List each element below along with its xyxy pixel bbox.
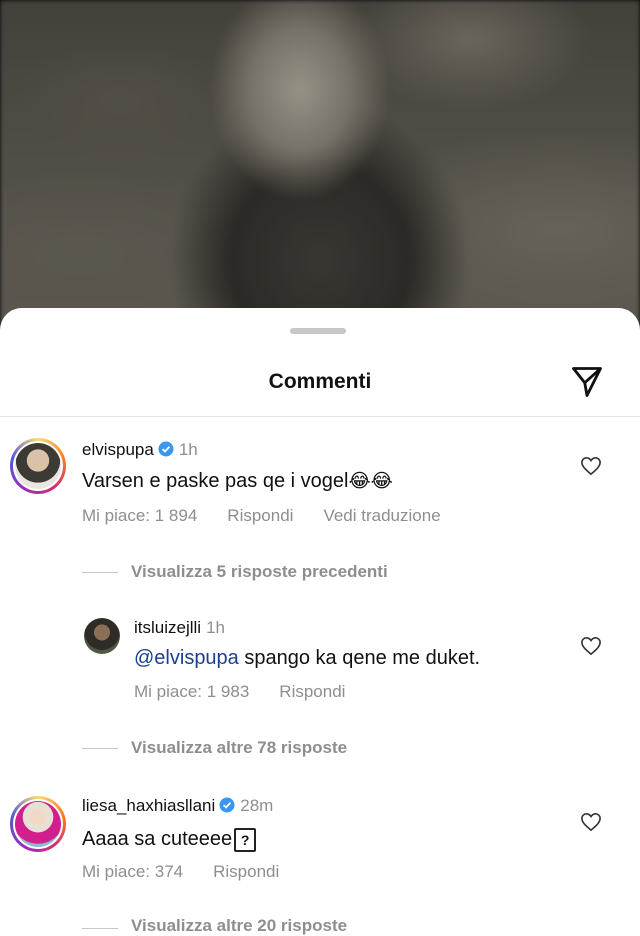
comment-meta: Mi piace: 374 Rispondi xyxy=(82,862,309,882)
mention-link[interactable]: @elvispupa xyxy=(134,647,239,669)
avatar[interactable] xyxy=(10,796,66,852)
reply-button[interactable]: Rispondi xyxy=(213,862,279,881)
sheet-title: Commenti xyxy=(268,370,372,393)
heart-icon[interactable] xyxy=(580,456,602,476)
comments-sheet: Commenti elvispupa 1h Varsen e paske pas … xyxy=(0,308,640,936)
laughing-emoji: 😂😂 xyxy=(348,471,393,492)
comment-text: @elvispupa spango ka qene me duket. xyxy=(134,647,481,669)
username[interactable]: liesa_haxhiasllani xyxy=(82,796,215,815)
likes-count[interactable]: Mi piace: 374 xyxy=(82,862,183,881)
heart-icon[interactable] xyxy=(580,636,602,656)
comment-meta: Mi piace: 1 983 Rispondi xyxy=(134,682,375,702)
comment-meta: Mi piace: 1 894 Rispondi Vedi traduzione xyxy=(82,506,471,526)
verified-badge-icon xyxy=(219,797,235,813)
comment-username-line: elvispupa 1h xyxy=(82,440,198,460)
username[interactable]: itsluizejlli xyxy=(134,618,201,637)
avatar[interactable] xyxy=(10,438,66,494)
comment-text: Aaaa sa cuteeee? xyxy=(82,828,257,852)
comment-itsluizejlli: itsluizejlli 1h @elvispupa spango ka qene… xyxy=(0,614,640,714)
comment-elvispupa: elvispupa 1h Varsen e paske pas qe i voge… xyxy=(0,434,640,544)
view-more-replies[interactable]: Visualizza altre 78 risposte xyxy=(131,738,347,758)
view-previous-replies[interactable]: Visualizza 5 risposte precedenti xyxy=(131,562,388,582)
likes-count[interactable]: Mi piace: 1 894 xyxy=(82,506,197,525)
background-dim-overlay xyxy=(0,0,640,340)
likes-count[interactable]: Mi piace: 1 983 xyxy=(134,682,249,701)
avatar[interactable] xyxy=(84,618,120,654)
comment-username-line: liesa_haxhiasllani 28m xyxy=(82,796,273,816)
replies-divider xyxy=(82,748,118,749)
comment-text: Varsen e paske pas qe i vogel😂😂 xyxy=(82,470,393,492)
heart-icon[interactable] xyxy=(580,812,602,832)
view-more-replies[interactable]: Visualizza altre 20 risposte xyxy=(131,916,347,936)
translate-button[interactable]: Vedi traduzione xyxy=(323,506,440,525)
replies-divider xyxy=(82,928,118,929)
comment-username-line: itsluizejlli 1h xyxy=(134,618,225,638)
comment-time: 1h xyxy=(178,440,198,459)
paper-plane-icon[interactable] xyxy=(568,364,606,400)
comment-time: 1h xyxy=(206,618,225,637)
username[interactable]: elvispupa xyxy=(82,440,154,459)
reply-button[interactable]: Rispondi xyxy=(227,506,293,525)
sheet-drag-handle[interactable] xyxy=(290,328,346,334)
comment-liesa-haxhiasllani: liesa_haxhiasllani 28m Aaaa sa cuteeee? M… xyxy=(0,792,640,902)
replies-divider xyxy=(82,572,118,573)
verified-badge-icon xyxy=(158,441,174,457)
title-divider xyxy=(0,416,640,417)
reply-button[interactable]: Rispondi xyxy=(279,682,345,701)
comment-time: 28m xyxy=(240,796,274,815)
unsupported-emoji-glyph: ? xyxy=(234,828,257,852)
